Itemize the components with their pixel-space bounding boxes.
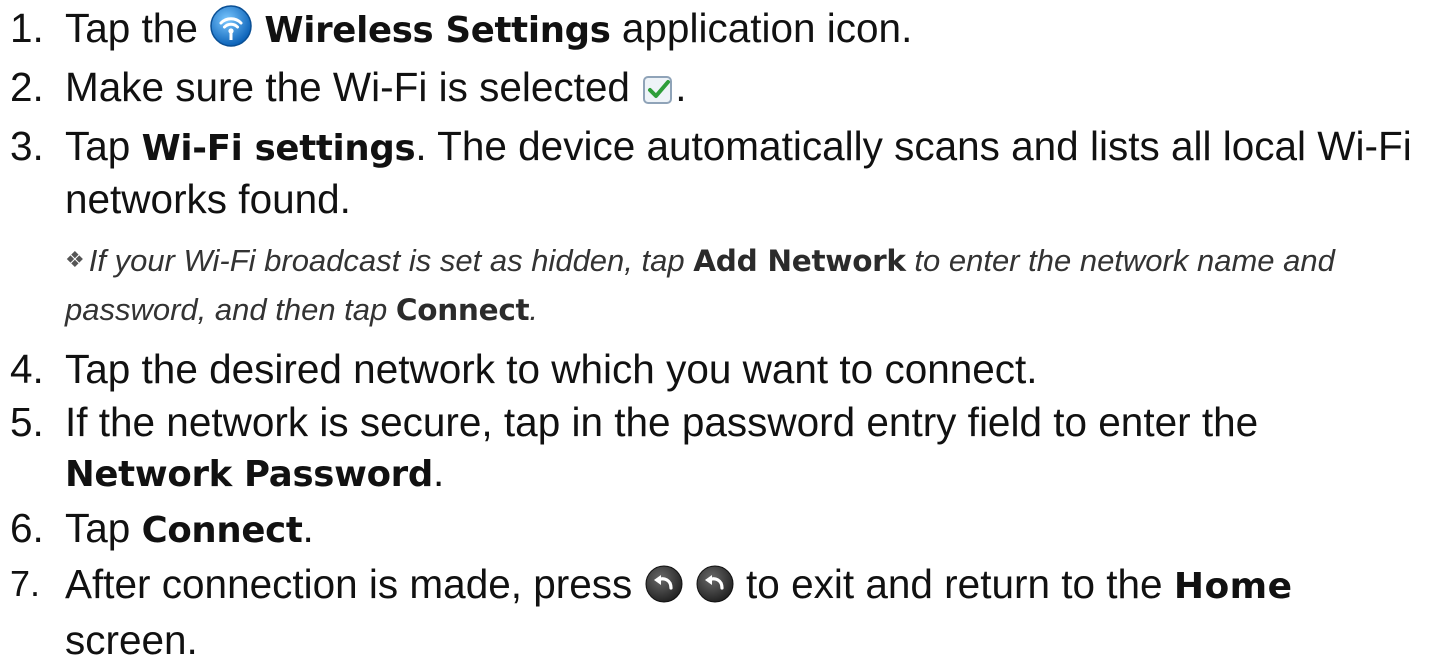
hidden-network-note: ❖ If your Wi-Fi broadcast is set as hidde… bbox=[65, 243, 1335, 327]
note-bullet-icon: ❖ bbox=[65, 247, 85, 272]
wireless-settings-icon bbox=[209, 4, 253, 59]
step-number: 6. bbox=[10, 505, 44, 551]
step-number: 5. bbox=[10, 399, 44, 445]
back-icon bbox=[644, 564, 684, 615]
step-text: If the network is secure, tap in the pas… bbox=[65, 399, 1259, 495]
step-5: 5. If the network is secure, tap in the … bbox=[10, 394, 1430, 500]
step-text: After connection is made, press to exit … bbox=[65, 561, 1293, 663]
step-number: 4. bbox=[10, 346, 44, 392]
back-icon bbox=[695, 564, 735, 615]
step-text: Tap Wi-Fi settings. The device automatic… bbox=[65, 123, 1412, 222]
step-3: 3. Tap Wi-Fi settings. The device automa… bbox=[10, 118, 1430, 224]
step-1: 1. Tap the Wireless Settings application… bbox=[10, 0, 1430, 59]
step-2: 2. Make sure the Wi-Fi is selected . bbox=[10, 59, 1430, 118]
step-7: 7. After connection is made, press to ex… bbox=[10, 556, 1430, 665]
step-text: Tap the desired network to which you wan… bbox=[65, 346, 1038, 392]
step-4: 4. Tap the desired network to which you … bbox=[10, 341, 1430, 394]
step-6: 6. Tap Connect. bbox=[10, 500, 1430, 556]
step-number: 7. bbox=[10, 563, 41, 604]
instruction-list: 1. Tap the Wireless Settings application… bbox=[10, 0, 1430, 665]
step-text: Tap Connect. bbox=[65, 505, 314, 551]
step-number: 1. bbox=[10, 5, 44, 51]
step-number: 2. bbox=[10, 64, 44, 110]
step-number: 3. bbox=[10, 123, 44, 169]
checkbox-checked-icon bbox=[641, 68, 675, 118]
step-text: Tap the Wireless Settings application ic… bbox=[65, 3, 1430, 59]
step-text: Make sure the Wi-Fi is selected . bbox=[65, 62, 1430, 118]
